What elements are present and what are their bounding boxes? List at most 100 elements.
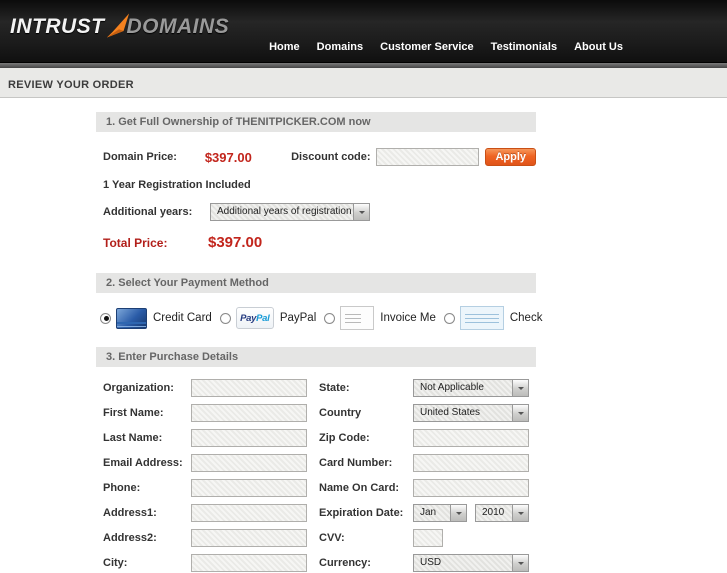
field-label-address2: Address2: <box>103 528 191 548</box>
field-label-first-name: First Name: <box>103 403 191 423</box>
field-label: Country <box>319 407 362 419</box>
paypal-logo-pal: Pal <box>256 312 270 324</box>
domain-price-row: Domain Price: $397.00 Discount code: App… <box>103 147 536 167</box>
paypal-logo-pay: Pay <box>240 312 257 324</box>
expiration-date-select-month[interactable]: Jan <box>413 504 467 522</box>
grid-gap <box>307 553 319 573</box>
expiration-date-value-year: 2010 <box>482 507 505 518</box>
email-address-input[interactable] <box>191 454 307 472</box>
grid-gap <box>307 528 319 548</box>
logo[interactable]: INTRUST DOMAINS <box>10 13 229 40</box>
field-cell-state: Not Applicable <box>413 378 529 398</box>
nav-item-customer-service[interactable]: Customer Service <box>380 41 474 53</box>
field-label-city: City: <box>103 553 191 573</box>
payment-label-paypal: PayPal <box>279 312 317 324</box>
field-cell-cvv <box>413 528 529 548</box>
total-price-row: Total Price: $397.00 <box>103 234 536 256</box>
field-cell-email-address <box>191 453 307 473</box>
state-select[interactable]: Not Applicable <box>413 379 529 397</box>
additional-years-selected-value: Additional years of registration <box>217 206 352 217</box>
name-on-card-input[interactable] <box>413 479 529 497</box>
field-label: Zip Code: <box>319 432 370 444</box>
field-label-last-name: Last Name: <box>103 428 191 448</box>
payment-option-credit-card[interactable]: Credit Card <box>100 307 212 329</box>
cvv-input[interactable] <box>413 529 443 547</box>
field-label: Last Name: <box>103 432 163 444</box>
address1-input[interactable] <box>191 504 307 522</box>
first-name-input[interactable] <box>191 404 307 422</box>
additional-years-row: Additional years: Additional years of re… <box>103 203 536 221</box>
discount-code-label: Discount code: <box>291 151 371 163</box>
purchase-details-grid: Organization: State: Not Applicable First N… <box>103 378 536 573</box>
address2-input[interactable] <box>191 529 307 547</box>
payment-option-check[interactable]: Check <box>443 306 543 330</box>
section-details-header: 3. Enter Purchase Details <box>96 347 536 367</box>
field-cell-last-name <box>191 428 307 448</box>
field-label-address1: Address1: <box>103 503 191 523</box>
payment-option-invoice-me[interactable]: Invoice Me <box>324 306 436 330</box>
additional-years-label: Additional years: <box>103 206 193 218</box>
total-price-value: $397.00 <box>208 234 263 251</box>
zip-code-input[interactable] <box>413 429 529 447</box>
field-label: Expiration Date: <box>319 507 404 519</box>
radio-paypal[interactable] <box>219 312 231 324</box>
field-cell-city <box>191 553 307 573</box>
country-selected-value: United States <box>420 407 481 418</box>
city-input[interactable] <box>191 554 307 572</box>
total-price-label: Total Price: <box>103 236 168 250</box>
main-nav: Home Domains Customer Service Testimonials A… <box>269 41 623 53</box>
field-label: State: <box>319 382 350 394</box>
field-label-zip-code: Zip Code: <box>319 428 413 448</box>
nav-item-testimonials[interactable]: Testimonials <box>491 41 557 53</box>
expiration-date-select-year[interactable]: 2010 <box>475 504 529 522</box>
field-label-email-address: Email Address: <box>103 453 191 473</box>
field-cell-address1 <box>191 503 307 523</box>
page-title-band: REVIEW YOUR ORDER <box>0 68 727 98</box>
last-name-input[interactable] <box>191 429 307 447</box>
field-label: First Name: <box>103 407 164 419</box>
field-label: Address2: <box>103 532 157 544</box>
field-label: Address1: <box>103 507 157 519</box>
currency-selected-value: USD <box>420 557 442 568</box>
country-select[interactable]: United States <box>413 404 529 422</box>
grid-gap <box>307 428 319 448</box>
field-cell-currency: USD <box>413 553 529 573</box>
payment-label-check: Check <box>509 312 543 324</box>
field-label-country: Country <box>319 403 413 423</box>
section-payment-header: 2. Select Your Payment Method <box>96 273 536 293</box>
payment-option-paypal[interactable]: Pay Pal PayPal <box>219 307 317 329</box>
header: INTRUST DOMAINS Home Domains Customer Serv… <box>0 0 727 62</box>
nav-item-about-us[interactable]: About Us <box>574 41 623 53</box>
grid-gap <box>307 403 319 423</box>
field-label: Phone: <box>103 482 141 494</box>
field-cell-zip-code <box>413 428 529 448</box>
state-selected-value: Not Applicable <box>420 382 484 393</box>
field-cell-organization <box>191 378 307 398</box>
radio-invoice-me[interactable] <box>324 312 336 324</box>
nav-item-domains[interactable]: Domains <box>317 41 363 53</box>
organization-input[interactable] <box>191 379 307 397</box>
field-cell-expiration-date: Jan 2010 <box>413 503 529 523</box>
additional-years-select[interactable]: Additional years of registration <box>210 203 370 221</box>
nav-item-home[interactable]: Home <box>269 41 300 53</box>
section-ownership-header: 1. Get Full Ownership of THENITPICKER.CO… <box>96 112 536 132</box>
currency-select[interactable]: USD <box>413 554 529 572</box>
grid-gap <box>307 378 319 398</box>
field-label: Organization: <box>103 382 174 394</box>
domain-price-value: $397.00 <box>204 149 252 165</box>
phone-input[interactable] <box>191 479 307 497</box>
field-cell-country: United States <box>413 403 529 423</box>
field-cell-name-on-card <box>413 478 529 498</box>
field-cell-card-number <box>413 453 529 473</box>
grid-gap <box>307 503 319 523</box>
field-label: Card Number: <box>319 457 393 469</box>
field-cell-first-name <box>191 403 307 423</box>
radio-credit-card[interactable] <box>100 312 111 324</box>
radio-check[interactable] <box>443 312 455 324</box>
logo-text-intrust: INTRUST <box>10 15 105 38</box>
card-number-input[interactable] <box>413 454 529 472</box>
apply-button[interactable]: Apply <box>485 148 536 166</box>
field-label-name-on-card: Name On Card: <box>319 478 413 498</box>
grid-gap <box>307 478 319 498</box>
discount-code-input[interactable] <box>376 148 480 166</box>
